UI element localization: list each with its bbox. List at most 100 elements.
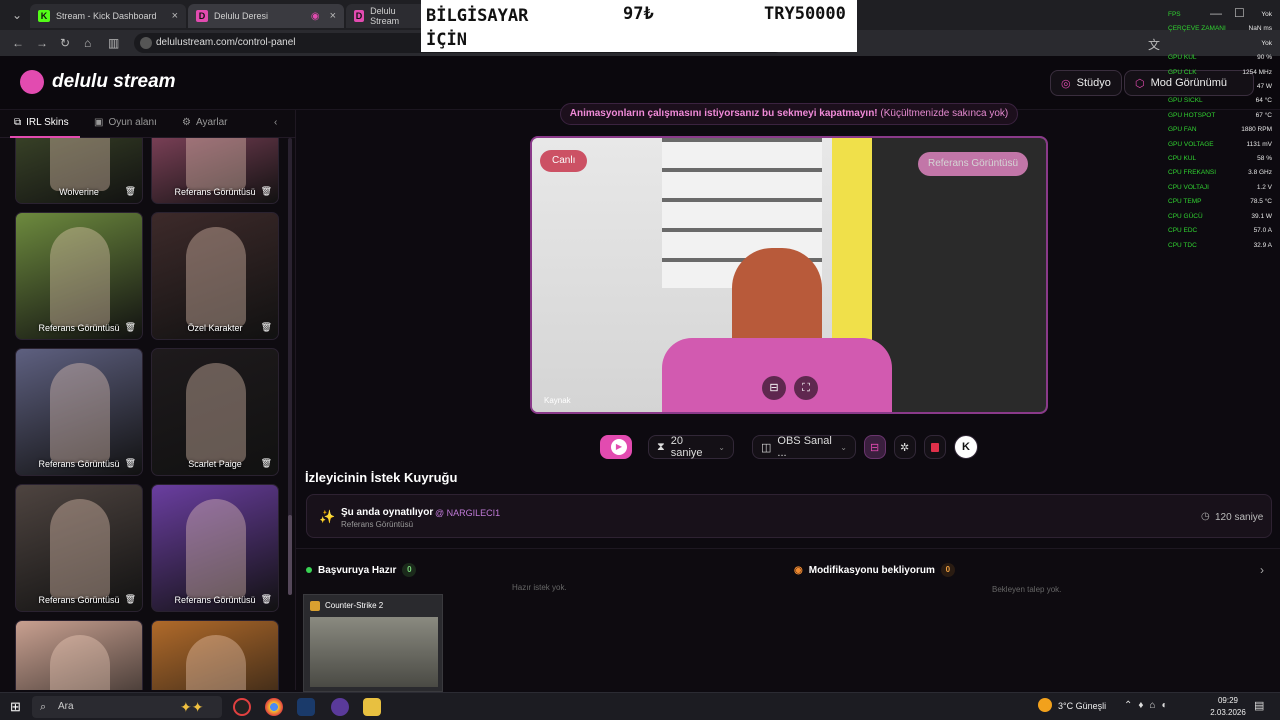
tab-oyun-alani[interactable]: ▣ Oyun alanı — [94, 117, 157, 128]
search-placeholder: Ara — [58, 701, 74, 712]
site-info-icon[interactable] — [140, 37, 152, 49]
camera-select[interactable]: ◫ OBS Sanal ... ⌄ — [752, 435, 856, 459]
steam-icon[interactable] — [297, 698, 315, 716]
url-text: delulustream.com/control-panel — [156, 37, 296, 48]
trash-icon[interactable]: 🗑 — [125, 186, 136, 197]
skin-card[interactable] — [15, 620, 143, 690]
back-icon[interactable]: ← — [12, 36, 24, 50]
hwmon-value: 1.2 V — [1256, 183, 1272, 191]
skin-card[interactable]: Scarlet Paige 🗑 — [151, 348, 279, 476]
delulu-logo-icon — [20, 70, 44, 94]
fullscreen-icon[interactable]: ⛶ — [794, 376, 818, 400]
hwmon-row: CPU KUL 58 % — [1168, 152, 1272, 166]
effects-button[interactable]: ✲ — [894, 435, 916, 459]
hwmon-value: 1131 mV — [1246, 140, 1272, 148]
windows-start-icon[interactable]: ⊞ — [10, 699, 21, 715]
close-icon[interactable]: × — [330, 10, 336, 22]
taskbar-search[interactable]: ⌕ Ara ✦✦ — [32, 696, 222, 718]
requester-name: @ NARGILECI1 — [435, 508, 501, 518]
split-view-icon[interactable]: ⊟ — [762, 376, 786, 400]
hwmon-value: 90 % — [1257, 54, 1272, 62]
skin-name: Özel Karakter — [187, 323, 243, 333]
skin-card[interactable]: Referans Görüntüsü 🗑 — [15, 484, 143, 612]
tab-delulu-stream[interactable]: D Delulu Stream — [346, 4, 426, 28]
reference-image-button[interactable]: Referans Görüntüsü — [918, 152, 1029, 176]
skin-card[interactable]: Referans Görüntüsü 🗑 — [151, 484, 279, 612]
skin-thumbnail — [186, 138, 246, 191]
stop-button[interactable] — [924, 435, 946, 459]
layers-icon: ⧉ — [14, 117, 22, 128]
trash-icon[interactable]: 🗑 — [261, 186, 272, 197]
taskbar-preview-popup[interactable]: Counter-Strike 2 — [303, 594, 443, 692]
trash-icon[interactable]: 🗑 — [261, 458, 272, 469]
chevron-right-icon[interactable]: › — [1260, 563, 1264, 577]
clock-time[interactable]: 09:29 — [1208, 696, 1248, 705]
hwmon-key: CPU TEMP — [1168, 198, 1202, 206]
weather-text[interactable]: 3°C Güneşli — [1058, 701, 1106, 711]
warning-bold: Animasyonların çalışmasını istiyorsanız … — [569, 108, 878, 119]
hwmon-value: 3.8 GHz — [1248, 169, 1272, 177]
sidepanel-icon[interactable]: ▥ — [108, 36, 119, 50]
chrome-icon[interactable] — [265, 698, 283, 716]
sidebar-scrollbar[interactable] — [288, 138, 292, 538]
obs-icon[interactable] — [331, 698, 349, 716]
studio-label: Stüdyo — [1076, 77, 1111, 89]
tray-icons[interactable]: ⌃♦⌂◐ — [1124, 700, 1174, 711]
split-button[interactable]: ⊟ — [864, 435, 886, 459]
close-icon[interactable]: × — [172, 10, 178, 22]
clock-date[interactable]: 2.03.2026 — [1204, 708, 1252, 717]
kick-button[interactable]: K — [954, 435, 978, 459]
goal-price: 97₺ — [623, 4, 654, 24]
app-icon-yellow[interactable] — [363, 698, 381, 716]
palette-icon: ◎ — [1061, 77, 1071, 90]
animation-toggle[interactable]: ▶ — [600, 435, 632, 459]
shield-icon: ⬡ — [1135, 77, 1145, 90]
delulu-icon: D — [196, 10, 208, 22]
translate-icon[interactable]: 文 — [1148, 36, 1160, 53]
skin-thumbnail — [186, 499, 246, 599]
trash-icon[interactable]: 🗑 — [125, 322, 136, 333]
popup-title: Counter-Strike 2 — [325, 601, 384, 610]
trash-icon[interactable]: 🗑 — [261, 594, 272, 605]
skin-card[interactable]: Referans Görüntüsü 🗑 — [151, 138, 279, 204]
sun-icon — [1038, 698, 1052, 712]
skin-card[interactable]: Wolverine 🗑 — [15, 138, 143, 204]
forward-icon[interactable]: → — [36, 36, 48, 50]
duration-select[interactable]: ⧗ 20 saniye ⌄ — [648, 435, 734, 459]
windows-taskbar: ⊞ ⌕ Ara ✦✦ 3°C Güneşli ⌃♦⌂◐ 09:29 2.03.2… — [0, 692, 1280, 720]
tab-label: Stream - Kick Dashboard — [56, 11, 157, 21]
app-icon-red[interactable] — [233, 698, 251, 716]
skin-card[interactable] — [151, 620, 279, 690]
trash-icon[interactable]: 🗑 — [125, 458, 136, 469]
now-playing-subtitle: Referans Görüntüsü — [341, 520, 414, 529]
tab-search-icon[interactable]: ⌄ — [12, 8, 22, 22]
ready-empty-text: Hazır istek yok. — [512, 583, 567, 592]
skin-name: Wolverine — [59, 187, 99, 197]
hwmon-key: CPU KUL — [1168, 155, 1197, 163]
notification-icon[interactable]: ▤ — [1254, 699, 1264, 712]
hwmon-row: GPU VOLTAGE 1131 mV — [1168, 138, 1272, 152]
trash-icon[interactable]: 🗑 — [125, 594, 136, 605]
reload-icon[interactable]: ↻ — [60, 36, 70, 50]
skin-card[interactable]: Referans Görüntüsü 🗑 — [15, 348, 143, 476]
home-icon[interactable]: ⌂ — [84, 36, 91, 50]
hwmon-row: GPU FAN 1880 RPM — [1168, 123, 1272, 137]
sidebar: ⧉ IRL Skins ▣ Oyun alanı ⚙ Ayarlar ‹ Wol… — [0, 110, 296, 690]
skin-name: Scarlet Paige — [188, 459, 242, 469]
chevron-down-icon: ⌄ — [840, 442, 847, 452]
skin-card[interactable]: Özel Karakter 🗑 — [151, 212, 279, 340]
sidebar-scroll-thumb[interactable] — [288, 515, 292, 595]
hwmon-key: GPU CLK — [1168, 68, 1197, 76]
skin-card[interactable]: Referans Görüntüsü 🗑 — [15, 212, 143, 340]
stream-preview: Canlı Referans Görüntüsü Kaynak ⊟ ⛶ — [530, 136, 1048, 414]
collapse-sidebar-icon[interactable]: ‹ — [274, 117, 277, 128]
tab-ayarlar[interactable]: ⚙ Ayarlar — [182, 117, 227, 128]
clock-icon: ◷ — [1201, 511, 1210, 522]
tab-irl-skins[interactable]: ⧉ IRL Skins — [14, 117, 69, 128]
trash-icon[interactable]: 🗑 — [261, 322, 272, 333]
hwmon-key: CPU GÜCÜ — [1168, 212, 1203, 220]
tab-delulu-deresi[interactable]: D Delulu Deresi ◉ × — [188, 4, 344, 28]
tab-kick-dashboard[interactable]: K Stream - Kick Dashboard × — [30, 4, 186, 28]
studio-button[interactable]: ◎ Stüdyo — [1050, 70, 1122, 96]
skin-thumbnail — [50, 635, 110, 690]
